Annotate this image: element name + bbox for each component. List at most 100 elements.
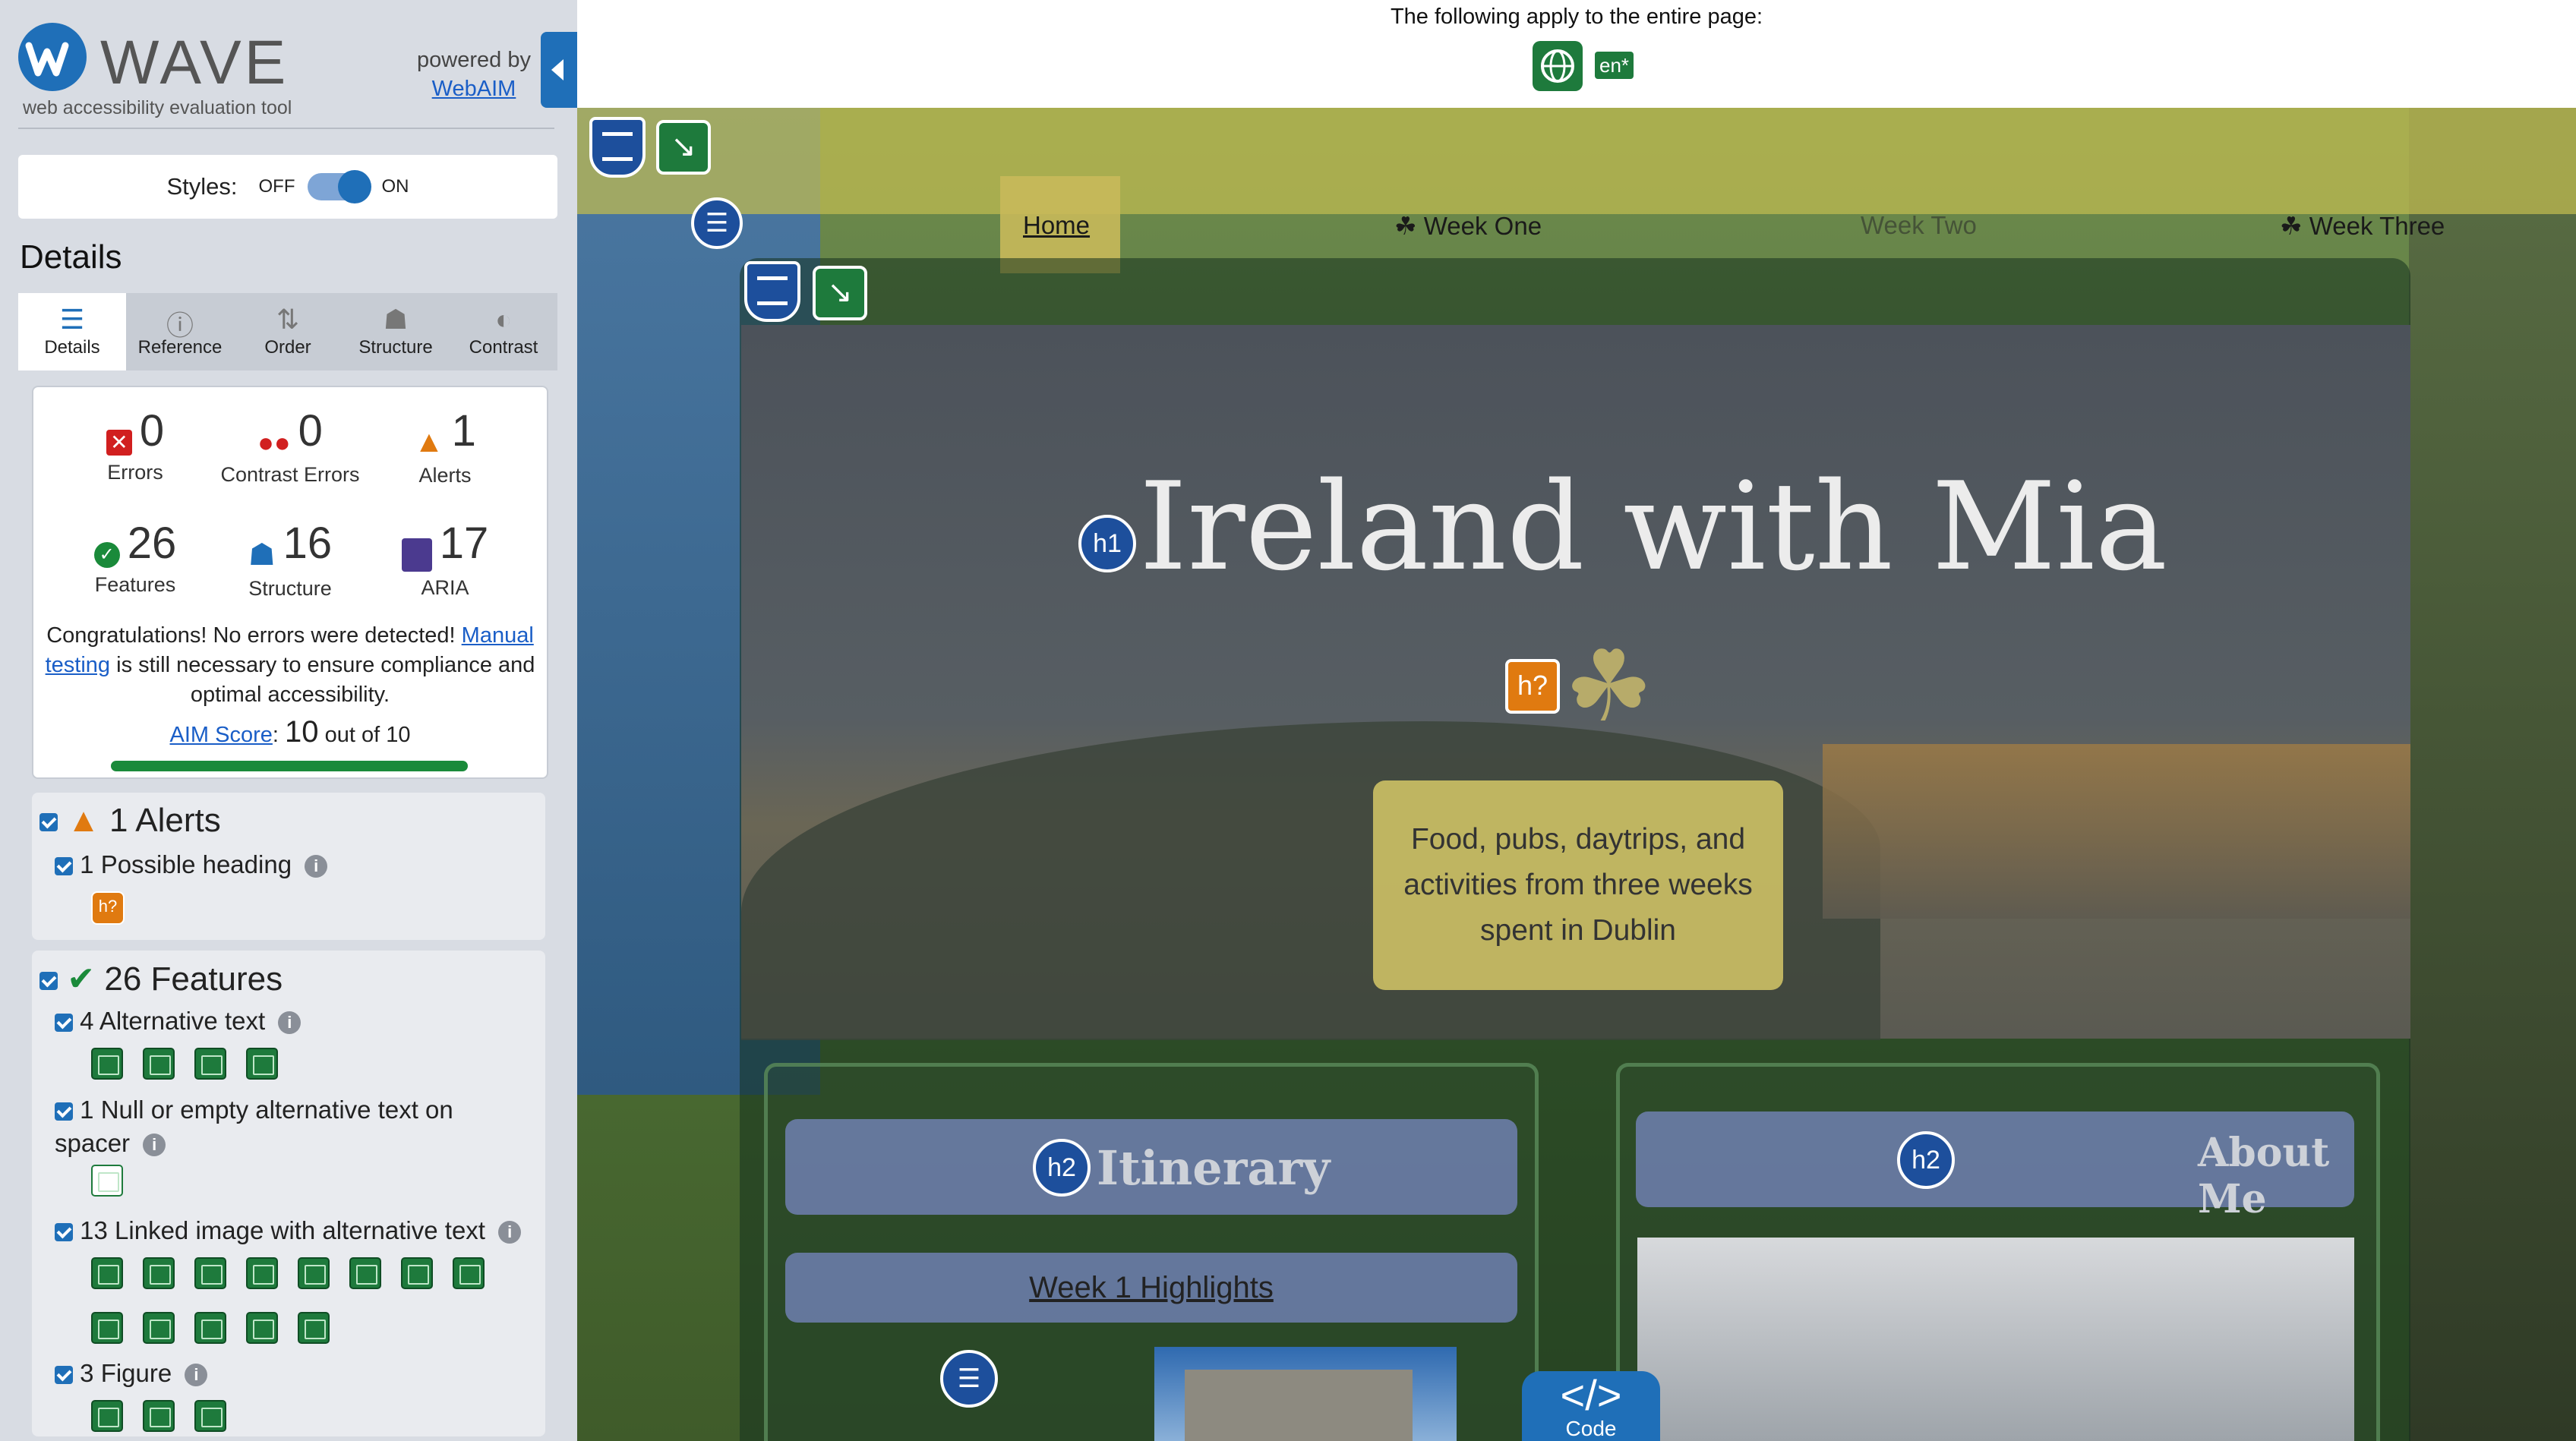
info-icon[interactable]: i: [498, 1221, 522, 1244]
linked-image-icon[interactable]: [349, 1257, 381, 1289]
alt-text-checkbox[interactable]: [55, 1014, 73, 1033]
linked-image-icon[interactable]: [194, 1257, 226, 1289]
styles-toggle[interactable]: [307, 170, 371, 203]
alerts-checkbox[interactable]: [39, 813, 58, 832]
week1-highlights-link[interactable]: Week 1 Highlights: [785, 1253, 1517, 1323]
itinerary-heading: Itinerary: [1097, 1140, 1331, 1196]
alt-text-icon-row: [91, 1048, 278, 1080]
aria-icon: [401, 538, 432, 572]
info-icon[interactable]: i: [278, 1011, 301, 1035]
h2-icon[interactable]: h2: [1897, 1131, 1955, 1189]
week1-highlights-label: Week 1 Highlights: [1029, 1271, 1274, 1304]
errors-stat[interactable]: ✕ 0 Errors: [52, 405, 219, 484]
alt-text-icon[interactable]: [91, 1048, 123, 1080]
alt-text-icon[interactable]: [194, 1048, 226, 1080]
tab-contrast[interactable]: ◐ Contrast: [450, 293, 557, 370]
alerts-stat[interactable]: ▲ 1 Alerts: [361, 405, 529, 487]
spacer-icon[interactable]: [91, 1165, 123, 1197]
globe-icon[interactable]: [1533, 41, 1583, 91]
linked-image-icon[interactable]: [194, 1312, 226, 1344]
code-icon: </>: [1560, 1371, 1622, 1419]
hero-sunset: [1823, 744, 2410, 919]
figure-icon[interactable]: [194, 1400, 226, 1432]
linked-image-icon[interactable]: [91, 1257, 123, 1289]
linked-image-icon-row-2: [91, 1312, 330, 1344]
structure-icon: ☗: [248, 538, 276, 572]
page-level-message: The following apply to the entire page:: [1390, 5, 1763, 29]
figure-icon[interactable]: [91, 1400, 123, 1432]
skip-link-icon[interactable]: ↘: [656, 120, 711, 175]
nav-week-one[interactable]: ☘ Week One: [1394, 211, 1542, 241]
aria-stat[interactable]: 17 ARIA: [361, 518, 529, 600]
possible-heading-checkbox[interactable]: [55, 857, 73, 876]
tab-order[interactable]: ⇅ Order: [234, 293, 342, 370]
styles-off-label: OFF: [258, 176, 295, 197]
figure-checkbox[interactable]: [55, 1366, 73, 1385]
info-icon[interactable]: i: [143, 1134, 166, 1157]
h1-icon[interactable]: h1: [1078, 515, 1136, 572]
details-heading: Details: [20, 238, 122, 276]
tab-label: Order: [264, 337, 311, 358]
collapse-sidebar-button[interactable]: [541, 32, 577, 108]
feature-item-null-alt: 1 Null or empty alternative text on spac…: [55, 1093, 526, 1160]
region-shield-icon[interactable]: [589, 117, 646, 178]
structure-count: 16: [283, 519, 333, 568]
alert-icon: ▲: [414, 425, 444, 459]
figure-icon[interactable]: [143, 1400, 175, 1432]
possible-heading-icon[interactable]: h?: [1505, 659, 1560, 714]
list-structure-icon[interactable]: ☰: [940, 1350, 998, 1408]
possible-heading-icon[interactable]: h?: [91, 891, 125, 925]
linked-image-icon[interactable]: [143, 1257, 175, 1289]
nav-week-three[interactable]: ☘ Week Three: [2280, 211, 2445, 241]
list-icon: ☰: [59, 304, 85, 335]
linked-image-checkbox[interactable]: [55, 1223, 73, 1242]
congrats-text: Congratulations! No errors were detected…: [46, 623, 462, 648]
tab-details[interactable]: ☰ Details: [18, 293, 126, 370]
office-image[interactable]: [1637, 1238, 2354, 1441]
aim-score-link[interactable]: AIM Score: [170, 723, 273, 747]
region-shield-icon[interactable]: [744, 261, 800, 322]
tagline-box: Food, pubs, daytrips, and activities fro…: [1373, 780, 1783, 990]
tab-structure[interactable]: ☗ Structure: [342, 293, 450, 370]
features-stat[interactable]: ✓ 26 Features: [52, 518, 219, 597]
language-badge[interactable]: en*: [1595, 52, 1634, 79]
summary-box: ✕ 0 Errors ●● 0 Contrast Errors ▲ 1 Alerts …: [32, 386, 548, 779]
h2-icon[interactable]: h2: [1033, 1139, 1091, 1197]
info-icon[interactable]: i: [185, 1364, 208, 1387]
figure-icon-row: [91, 1400, 226, 1432]
alt-text-icon[interactable]: [246, 1048, 278, 1080]
styles-label: Styles:: [166, 173, 238, 200]
code-label: Code: [1565, 1417, 1617, 1440]
tab-reference[interactable]: ⓘ Reference: [126, 293, 234, 370]
code-toggle-button[interactable]: </> Code: [1522, 1371, 1660, 1441]
webaim-link[interactable]: WebAIM: [432, 77, 516, 101]
contrast-errors-stat[interactable]: ●● 0 Contrast Errors: [207, 405, 374, 487]
linked-image-icon[interactable]: [246, 1312, 278, 1344]
features-checkbox[interactable]: [39, 972, 58, 991]
linked-image-icon[interactable]: [298, 1257, 330, 1289]
linked-image-icon[interactable]: [246, 1257, 278, 1289]
nav-week-two[interactable]: Week Two: [1861, 211, 1977, 240]
alt-text-icon[interactable]: [143, 1048, 175, 1080]
features-panel: ✔ 26 Features 4 Alternative text i 1 Nul…: [32, 951, 545, 1436]
alerts-count: 1: [451, 406, 476, 456]
linked-image-icon[interactable]: [453, 1257, 485, 1289]
alert-item-label: 1 Possible heading: [80, 850, 292, 878]
castle-image[interactable]: [1154, 1347, 1457, 1441]
tab-label: Contrast: [469, 337, 538, 358]
null-alt-checkbox[interactable]: [55, 1102, 73, 1121]
about-heading-box: About Me: [1636, 1111, 2354, 1222]
feature-item-alt-text: 4 Alternative text i: [55, 1007, 301, 1036]
features-count: 26: [127, 519, 177, 568]
list-structure-icon[interactable]: ☰: [691, 197, 743, 249]
info-icon[interactable]: i: [305, 855, 328, 878]
skip-link-icon[interactable]: ↘: [813, 266, 867, 320]
shamrock-icon: ☘: [1564, 631, 1653, 742]
linked-image-icon[interactable]: [401, 1257, 433, 1289]
powered-by: powered by WebAIM: [413, 46, 535, 103]
linked-image-icon[interactable]: [91, 1312, 123, 1344]
contrast-errors-label: Contrast Errors: [220, 462, 360, 486]
structure-stat[interactable]: ☗ 16 Structure: [207, 518, 374, 601]
linked-image-icon[interactable]: [298, 1312, 330, 1344]
linked-image-icon[interactable]: [143, 1312, 175, 1344]
